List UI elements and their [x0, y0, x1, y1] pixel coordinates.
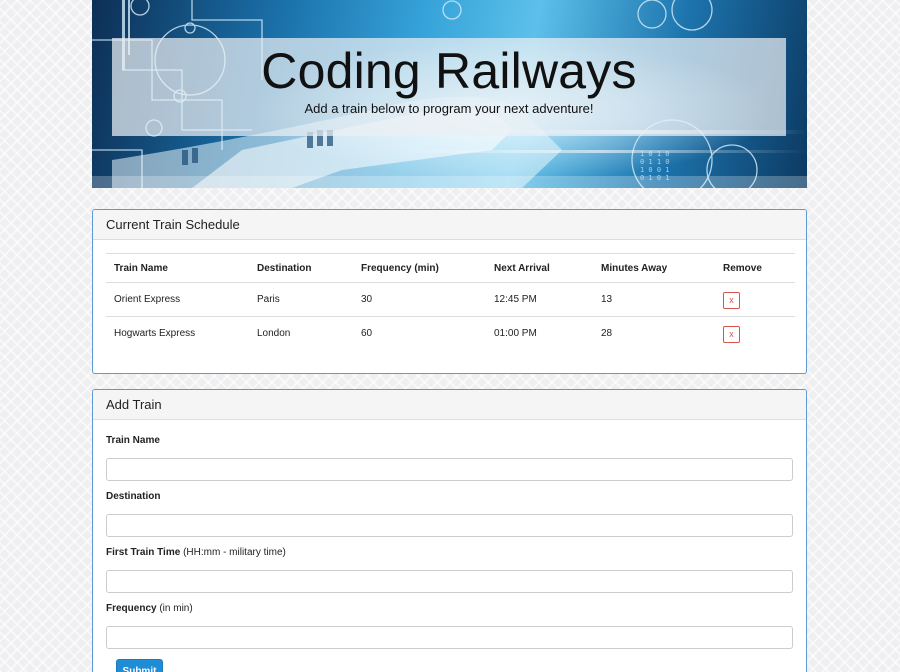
- frequency-input[interactable]: [106, 626, 793, 649]
- svg-text:1 0 1 0: 1 0 1 0: [640, 150, 670, 158]
- submit-button[interactable]: Submit: [116, 659, 163, 672]
- add-train-form: Train Name Destination First Train Time …: [93, 435, 806, 672]
- column-header-next-arrival: Next Arrival: [486, 253, 593, 283]
- table-header-row: Train Name Destination Frequency (min) N…: [106, 253, 795, 283]
- train-name-input[interactable]: [106, 458, 793, 481]
- destination-cell: Paris: [249, 282, 353, 317]
- column-header-train-name: Train Name: [106, 253, 249, 283]
- hero-title-panel: Coding Railways Add a train below to pro…: [112, 38, 786, 136]
- svg-text:1 0 0 1: 1 0 0 1: [640, 166, 670, 174]
- train-name-label: Train Name: [106, 435, 160, 446]
- frequency-cell: 30: [353, 282, 486, 317]
- next-arrival-cell: 12:45 PM: [486, 282, 593, 317]
- frequency-label: Frequency (in min): [106, 603, 193, 614]
- remove-cell: x: [715, 282, 795, 317]
- table-row: Orient Express Paris 30 12:45 PM 13 x: [106, 282, 795, 317]
- schedule-panel: Current Train Schedule Train Name Destin…: [92, 209, 807, 374]
- page-title: Coding Railways: [261, 43, 637, 99]
- destination-input[interactable]: [106, 514, 793, 537]
- frequency-cell: 60: [361, 328, 373, 340]
- first-train-time-input[interactable]: [106, 570, 793, 593]
- schedule-table: Train Name Destination Frequency (min) N…: [106, 253, 795, 351]
- column-header-remove: Remove: [715, 253, 795, 283]
- minutes-away-cell: 13: [593, 282, 715, 317]
- add-train-panel: Add Train Train Name Destination First T…: [92, 389, 807, 672]
- column-header-minutes-away: Minutes Away: [593, 253, 715, 283]
- page-subtitle: Add a train below to program your next a…: [304, 101, 594, 116]
- remove-cell: x: [715, 317, 795, 351]
- svg-text:0 1 0 1: 0 1 0 1: [640, 174, 670, 182]
- minutes-away-cell: 28: [601, 328, 613, 340]
- first-train-time-label: First Train Time (HH:mm - military time): [106, 547, 286, 558]
- next-arrival-cell: 01:00 PM: [494, 328, 537, 340]
- schedule-panel-heading: Current Train Schedule: [93, 210, 806, 240]
- train-name-cell: Orient Express: [106, 282, 249, 317]
- add-train-panel-heading: Add Train: [93, 390, 806, 420]
- hero-banner: 1 0 1 0 0 1 1 0 1 0 0 1 0 1 0 1 Coding R…: [92, 0, 807, 188]
- column-header-frequency: Frequency (min): [353, 253, 486, 283]
- svg-text:0 1 1 0: 0 1 1 0: [640, 158, 670, 166]
- destination-label: Destination: [106, 491, 161, 502]
- remove-train-button[interactable]: x: [723, 292, 740, 309]
- column-header-destination: Destination: [249, 253, 353, 283]
- remove-train-button[interactable]: x: [723, 326, 740, 344]
- destination-cell: London: [257, 328, 291, 340]
- train-name-cell: Hogwarts Express: [114, 328, 196, 340]
- table-row: Hogwarts Express London 60 01:00 PM 28 x: [106, 317, 795, 351]
